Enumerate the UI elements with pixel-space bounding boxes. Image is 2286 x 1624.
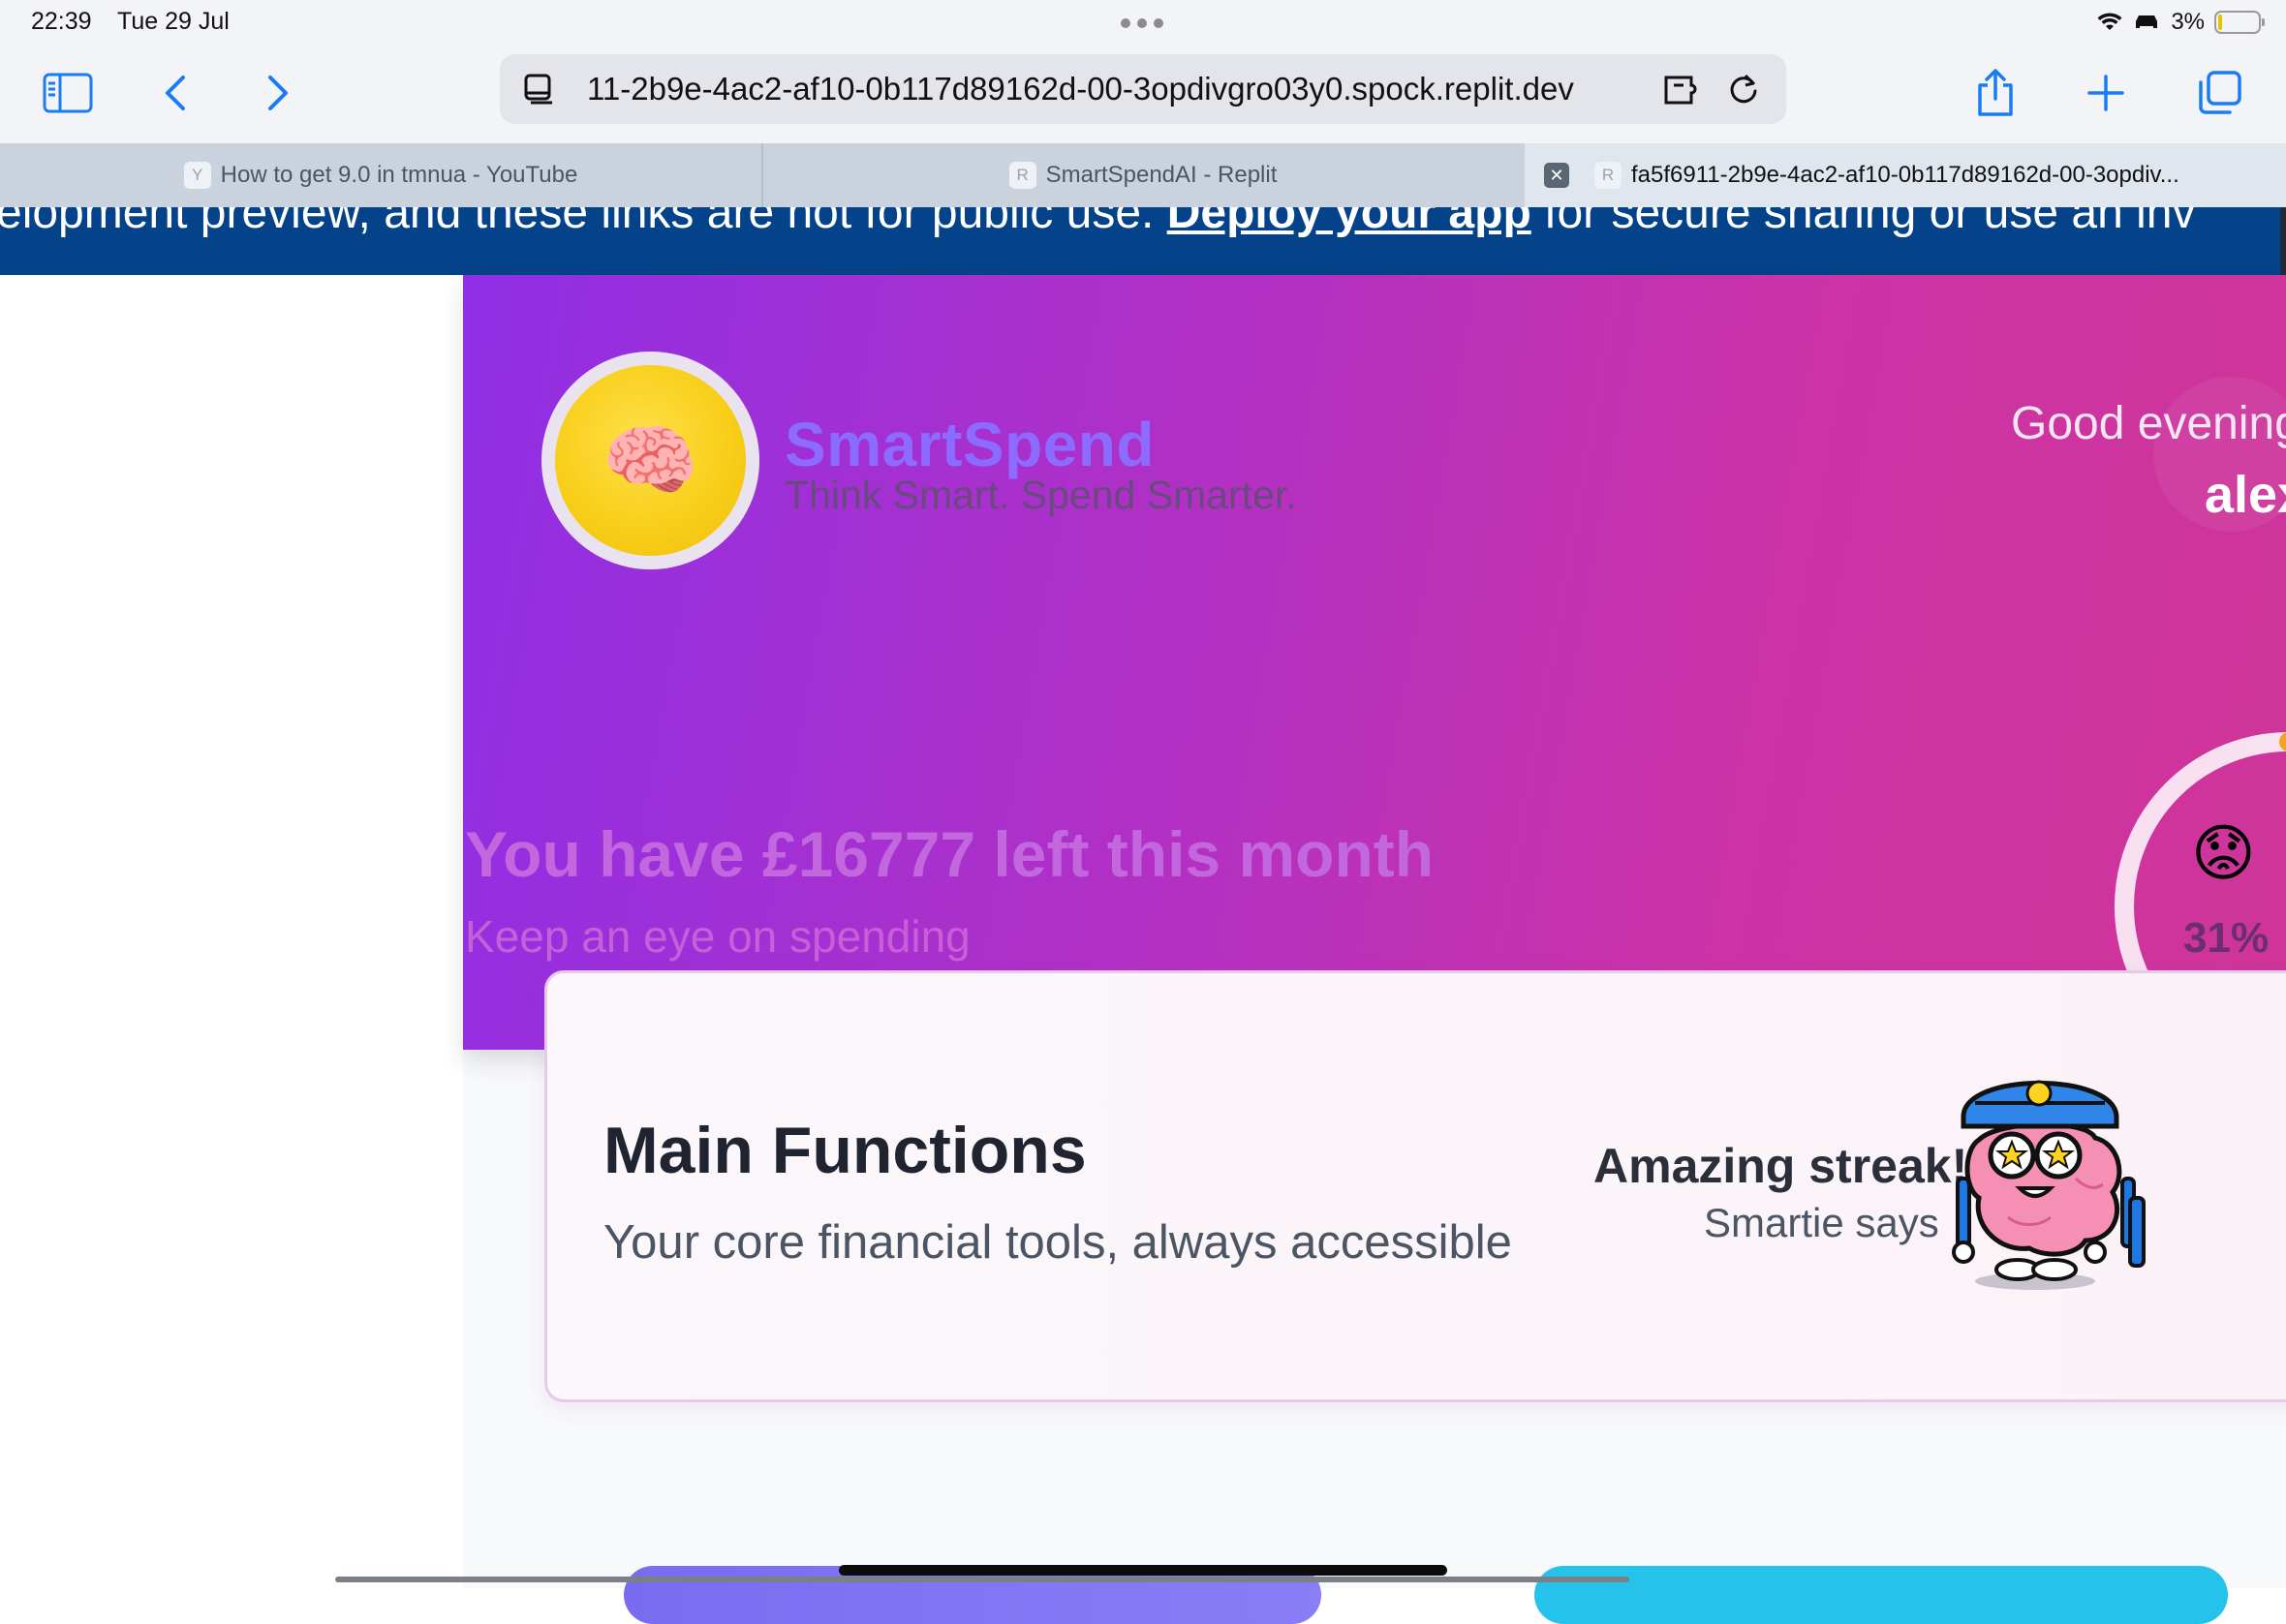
streak-message: Amazing streak! (1593, 1139, 1968, 1193)
url-text[interactable]: 11-2b9e-4ac2-af10-0b117d89162d-00-3opdiv… (587, 71, 1574, 107)
brain-icon: 🧠 (555, 365, 746, 556)
home-indicator[interactable] (839, 1565, 1447, 1576)
new-tab-icon[interactable] (2077, 64, 2135, 122)
tab-title: How to get 9.0 in tmnua - YouTube (220, 162, 578, 188)
app-logo: 🧠 (541, 352, 759, 569)
close-tab-icon[interactable]: ✕ (1544, 163, 1569, 188)
sidebar-icon[interactable] (39, 64, 97, 122)
status-date: Tue 29 Jul (117, 8, 230, 35)
car-icon (2136, 15, 2158, 28)
share-icon[interactable] (1966, 64, 2024, 122)
status-time: 22:39 (31, 8, 92, 35)
tab-youtube[interactable]: Y How to get 9.0 in tmnua - YouTube (0, 143, 761, 207)
spending-advice: Keep an eye on spending (465, 911, 971, 962)
forward-icon[interactable] (248, 64, 306, 122)
brand-title: SmartSpend (785, 410, 1155, 479)
banner-text-after: for secure sharing or use an inv (1544, 207, 2196, 238)
battery-icon (2214, 11, 2265, 34)
tab-strip: Y How to get 9.0 in tmnua - YouTube R Sm… (0, 143, 2286, 207)
youtube-favicon-icon: Y (183, 162, 211, 189)
multitasking-dots-icon[interactable] (1121, 18, 1163, 28)
card-title: Main Functions (603, 1114, 1087, 1187)
reload-icon[interactable] (1726, 72, 1761, 107)
hero-header: 🧠 SmartSpend Think Smart. Spend Smarter.… (463, 275, 2286, 1050)
battery-percent: 3% (2171, 9, 2205, 35)
speaker-label: Smartie says (1704, 1200, 1939, 1245)
dev-preview-banner: elopment preview, and these links are no… (0, 207, 2286, 275)
feature-button-right[interactable] (1534, 1566, 2228, 1624)
brand-tagline: Think Smart. Spend Smarter. (785, 473, 1297, 517)
status-indicators: 3% (2097, 9, 2265, 36)
worried-face-icon: 😟 (2191, 818, 2256, 888)
horizontal-scrollbar[interactable] (335, 1577, 1629, 1582)
gauge-percent: 31% (2183, 914, 2270, 962)
browser-toolbar: 11-2b9e-4ac2-af10-0b117d89162d-00-3opdiv… (0, 50, 2286, 143)
wifi-icon (2097, 13, 2122, 30)
card-subtitle: Your core financial tools, always access… (603, 1216, 1512, 1269)
reader-icon[interactable] (523, 74, 556, 107)
banner-text: elopment preview, and these links are no… (0, 207, 2195, 239)
remaining-budget-message: You have £16777 left this month (465, 818, 1435, 890)
banner-text-before: elopment preview, and these links are no… (0, 207, 1155, 238)
main-functions-card: Main Functions Your core financial tools… (544, 970, 2286, 1402)
extension-icon[interactable] (1662, 74, 1705, 107)
status-bar: 22:39 Tue 29 Jul 3% (0, 0, 2286, 50)
back-icon[interactable] (147, 64, 205, 122)
tab-overview-icon[interactable] (2191, 64, 2249, 122)
page-scrollbar[interactable] (2280, 207, 2286, 285)
deploy-app-link[interactable]: Deploy your app (1167, 207, 1531, 238)
tab-title: SmartSpendAI - Replit (1045, 162, 1278, 188)
smartie-mascot-icon (1952, 1080, 2146, 1290)
tab-title: fa5f6911-2b9e-4ac2-af10-0b117d89162d-00-… (1631, 162, 2179, 188)
replit-favicon-icon: R (1008, 162, 1036, 189)
greeting: Good evening (2011, 398, 2286, 449)
tab-preview-active[interactable]: ✕ R fa5f6911-2b9e-4ac2-af10-0b117d89162d… (1525, 143, 2286, 207)
replit-favicon-icon: R (1594, 162, 1622, 189)
address-bar[interactable]: 11-2b9e-4ac2-af10-0b117d89162d-00-3opdiv… (500, 54, 1786, 124)
user-name: alex (2205, 466, 2286, 524)
tab-smartspend-replit[interactable]: R SmartSpendAI - Replit (763, 143, 1523, 207)
